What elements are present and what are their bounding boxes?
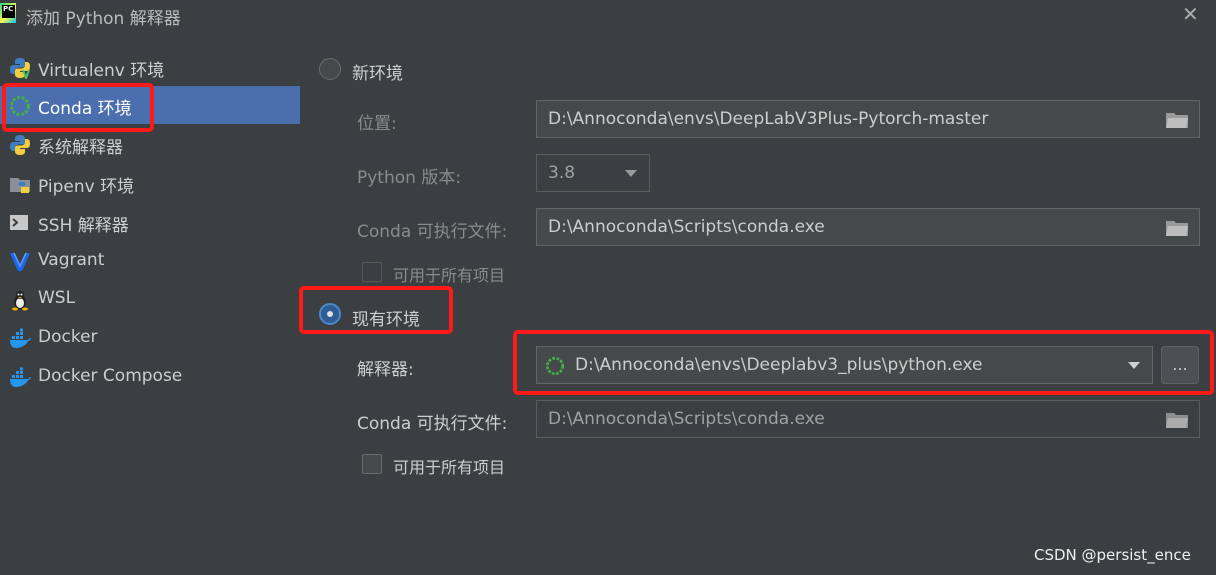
existing-env-all-projects-checkbox[interactable] bbox=[362, 454, 382, 474]
sidebar-item-label: Docker Compose bbox=[38, 366, 183, 386]
watermark-text: CSDN @persist_ence bbox=[1034, 546, 1191, 564]
highlight-box-interpreter bbox=[513, 330, 1214, 395]
folder-icon[interactable] bbox=[1165, 411, 1189, 429]
sidebar-item-label: Docker bbox=[38, 327, 98, 347]
highlight-box-existing-env bbox=[299, 286, 453, 334]
interpreter-label: 解释器: bbox=[357, 360, 414, 380]
folder-icon[interactable] bbox=[1165, 111, 1189, 129]
sidebar-item-label: Pipenv 环境 bbox=[38, 177, 135, 197]
python-icon bbox=[10, 135, 30, 155]
sidebar-item-vagrant[interactable]: Vagrant bbox=[0, 242, 300, 280]
pipenv-icon bbox=[10, 178, 30, 193]
python-icon bbox=[10, 58, 30, 79]
python-version-value: 3.8 bbox=[548, 163, 576, 183]
folder-icon[interactable] bbox=[1165, 219, 1189, 237]
pycharm-logo-icon: PC bbox=[0, 3, 16, 23]
sidebar-item-label: WSL bbox=[38, 288, 76, 308]
new-conda-exe-field[interactable]: D:\Annoconda\Scripts\conda.exe bbox=[536, 208, 1200, 246]
title-bar: PC 添加 Python 解释器 ✕ bbox=[0, 0, 1216, 32]
sidebar-item-docker[interactable]: Docker bbox=[0, 319, 300, 357]
new-env-all-projects-label: 可用于所有项目 bbox=[393, 266, 506, 285]
python-version-label: Python 版本: bbox=[357, 168, 462, 188]
highlight-box-conda bbox=[2, 83, 154, 132]
sidebar-item-docker-compose[interactable]: Docker Compose bbox=[0, 358, 300, 396]
sidebar-item-label: SSH 解释器 bbox=[38, 216, 129, 236]
existing-conda-exe-value: D:\Annoconda\Scripts\conda.exe bbox=[548, 409, 825, 429]
existing-conda-exe-field[interactable]: D:\Annoconda\Scripts\conda.exe bbox=[536, 400, 1200, 438]
new-env-all-projects-checkbox[interactable] bbox=[362, 262, 382, 282]
terminal-icon bbox=[10, 215, 28, 230]
location-value: D:\Annoconda\envs\DeepLabV3Plus-Pytorch-… bbox=[548, 109, 989, 129]
sidebar-item-label: 系统解释器 bbox=[38, 138, 123, 158]
location-field[interactable]: D:\Annoconda\envs\DeepLabV3Plus-Pytorch-… bbox=[536, 100, 1200, 138]
chevron-down-icon bbox=[625, 170, 637, 177]
docker-icon bbox=[10, 328, 31, 348]
sidebar-item-label: Vagrant bbox=[38, 250, 105, 270]
python-version-select[interactable]: 3.8 bbox=[536, 154, 650, 192]
new-env-label: 新环境 bbox=[352, 64, 403, 84]
linux-icon bbox=[12, 291, 28, 311]
dialog-title: 添加 Python 解释器 bbox=[26, 9, 181, 29]
sidebar-item-pipenv[interactable]: Pipenv 环境 bbox=[0, 164, 300, 202]
new-env-radio[interactable] bbox=[319, 58, 341, 80]
existing-conda-exe-label: Conda 可执行文件: bbox=[357, 414, 508, 434]
new-conda-exe-value: D:\Annoconda\Scripts\conda.exe bbox=[548, 217, 825, 237]
docker-icon bbox=[10, 367, 31, 387]
sidebar-item-label: Virtualenv 环境 bbox=[38, 61, 165, 81]
close-icon[interactable]: ✕ bbox=[1182, 2, 1199, 26]
sidebar-item-ssh[interactable]: SSH 解释器 bbox=[0, 203, 300, 241]
vagrant-icon bbox=[10, 252, 30, 271]
new-conda-exe-label: Conda 可执行文件: bbox=[357, 222, 508, 242]
sidebar-item-virtualenv[interactable]: Virtualenv 环境 bbox=[0, 48, 300, 86]
existing-env-all-projects-label: 可用于所有项目 bbox=[393, 458, 506, 477]
location-label: 位置: bbox=[357, 114, 397, 134]
sidebar-item-wsl[interactable]: WSL bbox=[0, 280, 300, 318]
